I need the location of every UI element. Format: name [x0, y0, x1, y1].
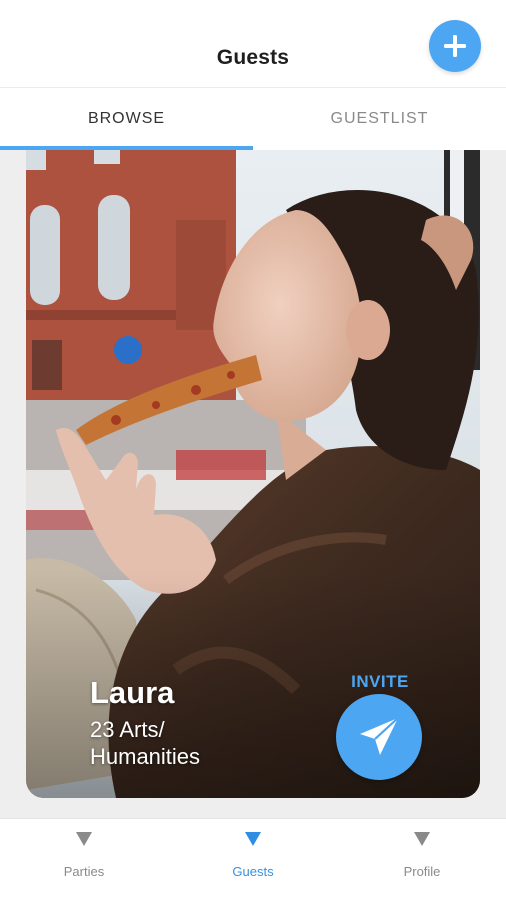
- nav-label-parties: Parties: [63, 864, 105, 879]
- tab-browse[interactable]: BROWSE: [0, 88, 253, 150]
- triangle-down-icon: [76, 832, 92, 846]
- nav-item-guests[interactable]: Guests: [169, 819, 337, 900]
- guest-card[interactable]: Laura 23 Arts/ Humanities INVITE: [26, 150, 480, 798]
- plus-icon: [444, 35, 466, 57]
- browse-content: Laura 23 Arts/ Humanities INVITE: [0, 150, 506, 818]
- nav-item-parties[interactable]: Parties: [0, 819, 168, 900]
- nav-label-profile: Profile: [403, 864, 441, 879]
- paper-plane-icon: [360, 717, 399, 755]
- guest-name: Laura: [90, 675, 175, 710]
- triangle-down-icon: [414, 832, 430, 846]
- invite-button[interactable]: [336, 694, 422, 780]
- app-header: Guests: [0, 0, 506, 88]
- bottom-navigation: Parties Guests Profile: [0, 818, 506, 900]
- nav-label-guests: Guests: [232, 864, 274, 879]
- tab-guestlist[interactable]: GUESTLIST: [253, 88, 506, 150]
- triangle-down-icon: [245, 832, 261, 846]
- invite-label: INVITE: [351, 672, 409, 691]
- tab-bar: BROWSE GUESTLIST: [0, 88, 506, 150]
- add-guest-button[interactable]: [429, 20, 481, 72]
- nav-item-profile[interactable]: Profile: [338, 819, 506, 900]
- guest-details: 23 Arts/ Humanities: [90, 717, 201, 769]
